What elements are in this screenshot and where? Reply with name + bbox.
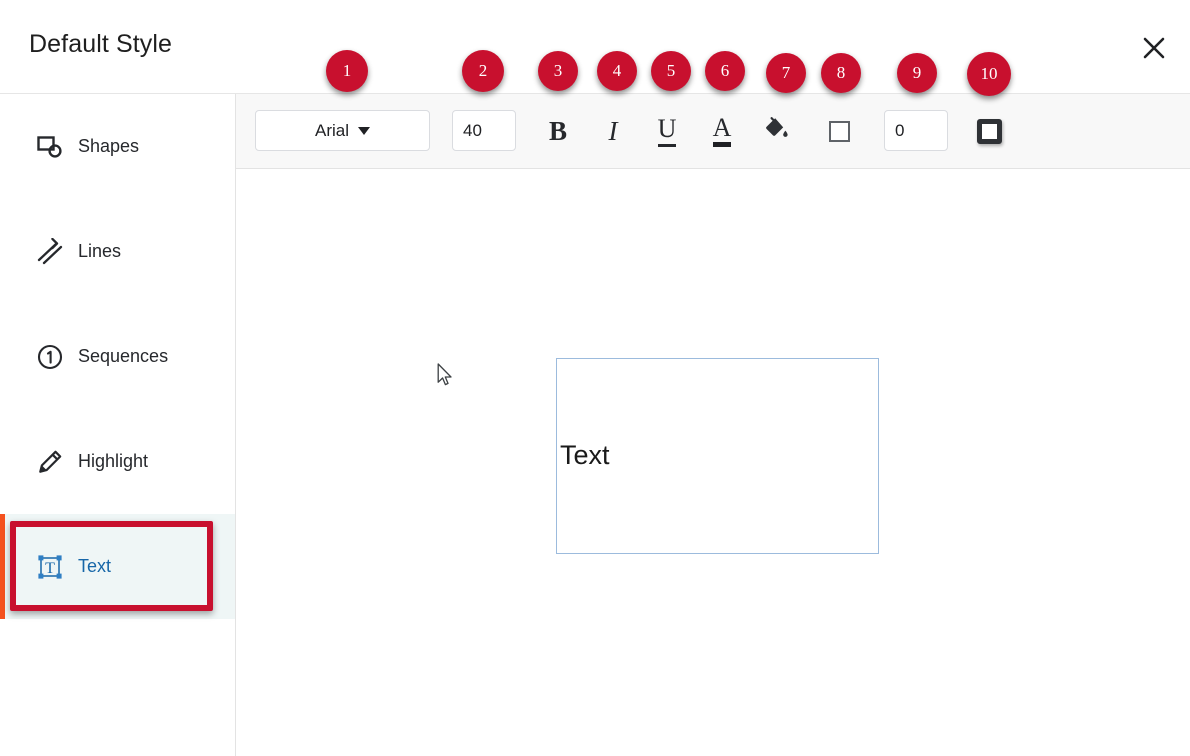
underline-icon: U	[657, 115, 677, 147]
sequences-icon	[34, 341, 66, 373]
sidebar-item-label: Shapes	[78, 136, 140, 156]
font-color-button[interactable]: A	[703, 112, 741, 150]
sidebar-item-label: Highlight	[78, 451, 149, 471]
text-shape-label: Text	[560, 440, 610, 470]
font-size-value: 40	[463, 120, 482, 140]
sidebar-item-shapes[interactable]: Shapes	[0, 94, 235, 199]
paint-bucket-icon	[762, 115, 790, 148]
bold-icon: B	[548, 115, 567, 146]
border-width-input[interactable]: 0	[884, 110, 948, 151]
border-style-button[interactable]	[970, 112, 1008, 150]
close-button[interactable]	[1134, 28, 1174, 68]
square-outline-icon	[828, 120, 850, 142]
font-color-icon: A	[712, 115, 732, 147]
italic-button[interactable]: I	[594, 112, 632, 150]
font-size-input[interactable]: 40	[452, 110, 516, 151]
page-title: Default Style	[29, 30, 173, 58]
category-sidebar: Shapes Lines Sequences Highlight T Text	[0, 94, 236, 756]
close-icon	[1141, 35, 1167, 61]
fill-color-button[interactable]	[757, 112, 795, 150]
style-preview-canvas: Text	[237, 170, 1190, 756]
chevron-down-icon	[358, 126, 370, 135]
shapes-icon	[34, 131, 66, 163]
text-format-toolbar: Arial 40 B I U A 0	[236, 94, 1190, 169]
sidebar-item-highlight[interactable]: Highlight	[0, 409, 235, 514]
sidebar-item-text[interactable]: T Text	[0, 514, 235, 619]
sidebar-item-sequences[interactable]: Sequences	[0, 304, 235, 409]
text-icon: T	[34, 551, 66, 583]
mouse-cursor-icon	[437, 363, 454, 388]
selected-accent-bar	[0, 514, 5, 619]
sidebar-item-label: Lines	[78, 241, 122, 261]
lines-icon	[34, 236, 66, 268]
square-filled-icon	[976, 118, 1002, 144]
sidebar-item-label: Sequences	[78, 346, 169, 366]
font-family-value: Arial	[314, 120, 349, 140]
sidebar-item-label: Text	[78, 556, 112, 576]
default-style-dialog: Default Style Shapes Lines Sequences Hig…	[0, 0, 1190, 756]
highlight-icon	[34, 446, 66, 478]
dialog-titlebar: Default Style	[0, 0, 1190, 94]
bold-button[interactable]: B	[539, 112, 577, 150]
border-width-value: 0	[895, 120, 905, 140]
text-shape-preview[interactable]: Text	[556, 358, 879, 554]
sidebar-item-lines[interactable]: Lines	[0, 199, 235, 304]
svg-text:T: T	[45, 560, 55, 577]
underline-button[interactable]: U	[648, 112, 686, 150]
font-family-select[interactable]: Arial	[255, 110, 430, 151]
border-color-button[interactable]	[820, 112, 858, 150]
italic-icon: I	[608, 115, 618, 146]
